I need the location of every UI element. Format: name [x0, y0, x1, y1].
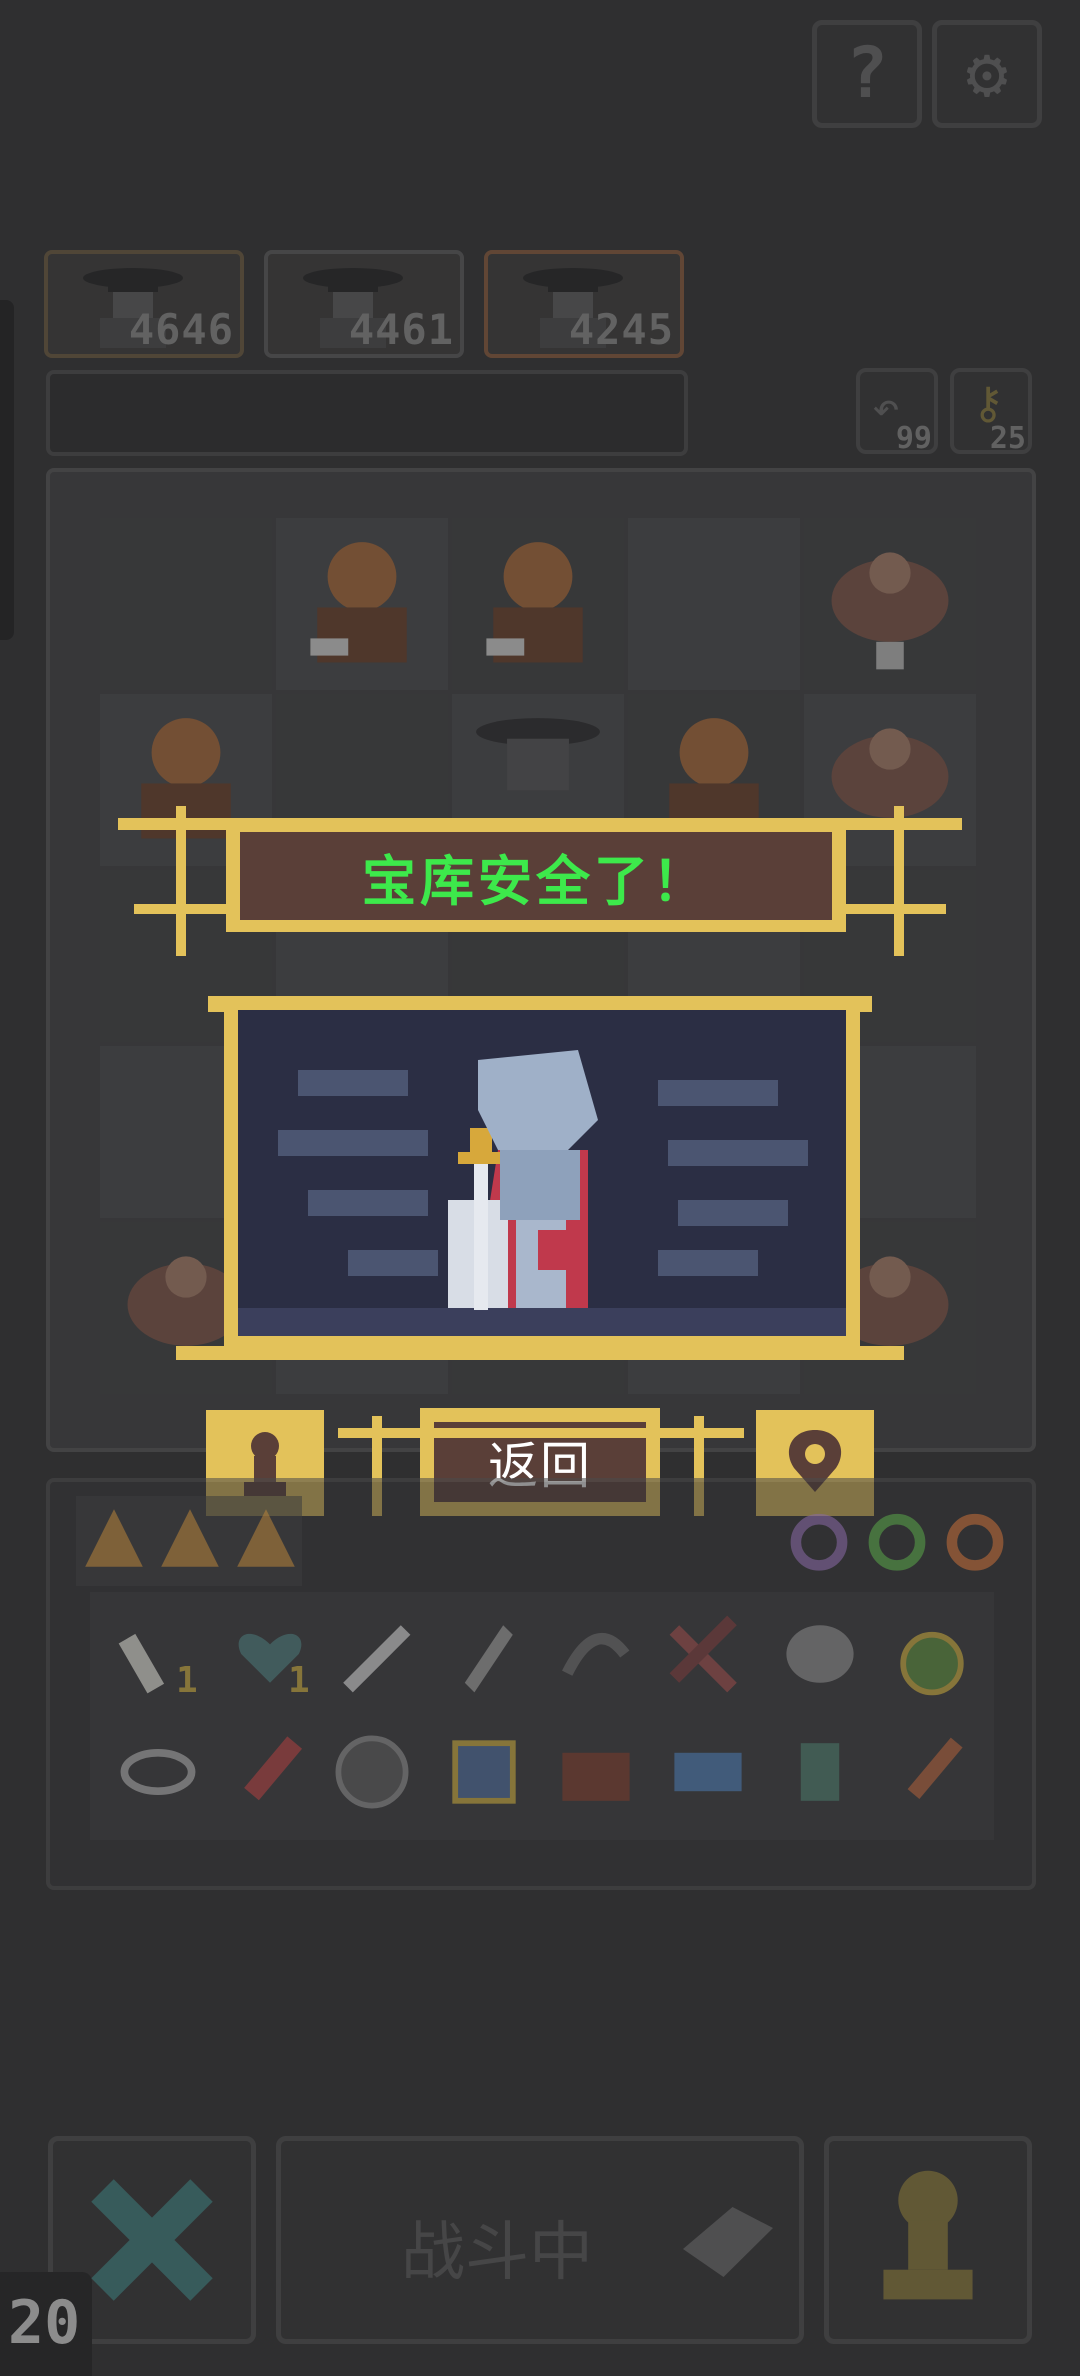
turn-counter: 20 — [0, 2272, 92, 2376]
syringe-icon[interactable] — [222, 1724, 318, 1820]
armor-icon[interactable] — [436, 1724, 532, 1820]
key-count: 25 — [989, 421, 1026, 456]
wedge-icon — [78, 1502, 150, 1574]
board-cell[interactable] — [452, 1222, 624, 1394]
enemy-card[interactable]: 4646 — [44, 250, 244, 358]
gauntlet-icon[interactable] — [772, 1724, 868, 1820]
board-cell[interactable] — [804, 1046, 976, 1218]
shield-icon[interactable] — [324, 1724, 420, 1820]
question-icon: ? — [845, 32, 889, 114]
board-cell-turkey[interactable] — [804, 1222, 976, 1394]
dagger-icon[interactable] — [884, 1724, 980, 1820]
board-cell-turkey[interactable] — [804, 694, 976, 866]
key-counter[interactable]: ⚷ 25 — [950, 368, 1032, 456]
ribbon-icon[interactable] — [660, 1606, 756, 1702]
board-cell-bandit[interactable] — [628, 694, 800, 866]
board-cell[interactable] — [100, 1046, 272, 1218]
board-cell[interactable] — [100, 518, 272, 690]
board-cell-turkey[interactable] — [804, 518, 976, 690]
stone-icon[interactable] — [772, 1606, 868, 1702]
board-cell[interactable] — [276, 694, 448, 866]
undo-count: 99 — [895, 421, 932, 456]
battle-status-button[interactable]: 战斗中 — [276, 2136, 804, 2344]
green-ring-icon[interactable] — [864, 1506, 930, 1572]
enemy-power: 4245 — [568, 305, 674, 354]
board-cell[interactable] — [452, 1046, 624, 1218]
potion-icon[interactable] — [884, 1606, 980, 1702]
side-drawer-handle[interactable] — [0, 300, 14, 640]
board-cell[interactable] — [628, 870, 800, 1042]
board-cell[interactable] — [628, 1046, 800, 1218]
game-board — [46, 468, 1036, 1452]
enemy-card[interactable]: 4461 — [264, 250, 464, 358]
undo-counter[interactable]: ↶ 99 — [856, 368, 938, 456]
board-cell[interactable] — [276, 1046, 448, 1218]
item-qty: 1 — [176, 1660, 198, 1701]
enemy-power: 4461 — [348, 305, 454, 354]
battle-label: 战斗中 — [401, 2216, 593, 2290]
help-button[interactable]: ? — [812, 20, 922, 128]
board-cell[interactable] — [452, 870, 624, 1042]
ticket-icon[interactable] — [660, 1724, 756, 1820]
board-cell[interactable] — [628, 518, 800, 690]
board-cell-shadow[interactable] — [452, 694, 624, 866]
board-cell[interactable] — [276, 1222, 448, 1394]
pawn-icon — [883, 2170, 973, 2300]
board-cell[interactable] — [276, 870, 448, 1042]
purple-ring-icon[interactable] — [786, 1506, 852, 1572]
orange-ring-icon[interactable] — [942, 1506, 1008, 1572]
item-qty: 1 — [288, 1660, 310, 1701]
board-cell[interactable] — [804, 870, 976, 1042]
board-cell[interactable] — [100, 870, 272, 1042]
board-cell-bandit[interactable] — [452, 518, 624, 690]
wedge-icon — [230, 1502, 302, 1574]
wedge-icon — [154, 1502, 226, 1574]
claw-icon[interactable] — [548, 1606, 644, 1702]
chest-icon[interactable] — [548, 1724, 644, 1820]
pawn-button[interactable] — [824, 2136, 1032, 2344]
arrow-icon — [683, 2207, 773, 2277]
eye-glyph-icon[interactable] — [110, 1724, 206, 1820]
enemy-card[interactable]: 4245 — [484, 250, 684, 358]
board-cell-turkey[interactable] — [100, 1222, 272, 1394]
board-cell-bandit[interactable] — [276, 518, 448, 690]
board-cell[interactable] — [628, 1222, 800, 1394]
enemy-power: 4646 — [128, 305, 234, 354]
gear-icon: ⚙ — [965, 32, 1009, 114]
knife-icon[interactable] — [324, 1606, 420, 1702]
settings-button[interactable]: ⚙ — [932, 20, 1042, 128]
turn-counter-value: 20 — [8, 2288, 81, 2358]
feather-icon[interactable] — [436, 1606, 532, 1702]
info-bar — [46, 370, 688, 456]
board-cell-bandit[interactable] — [100, 694, 272, 866]
